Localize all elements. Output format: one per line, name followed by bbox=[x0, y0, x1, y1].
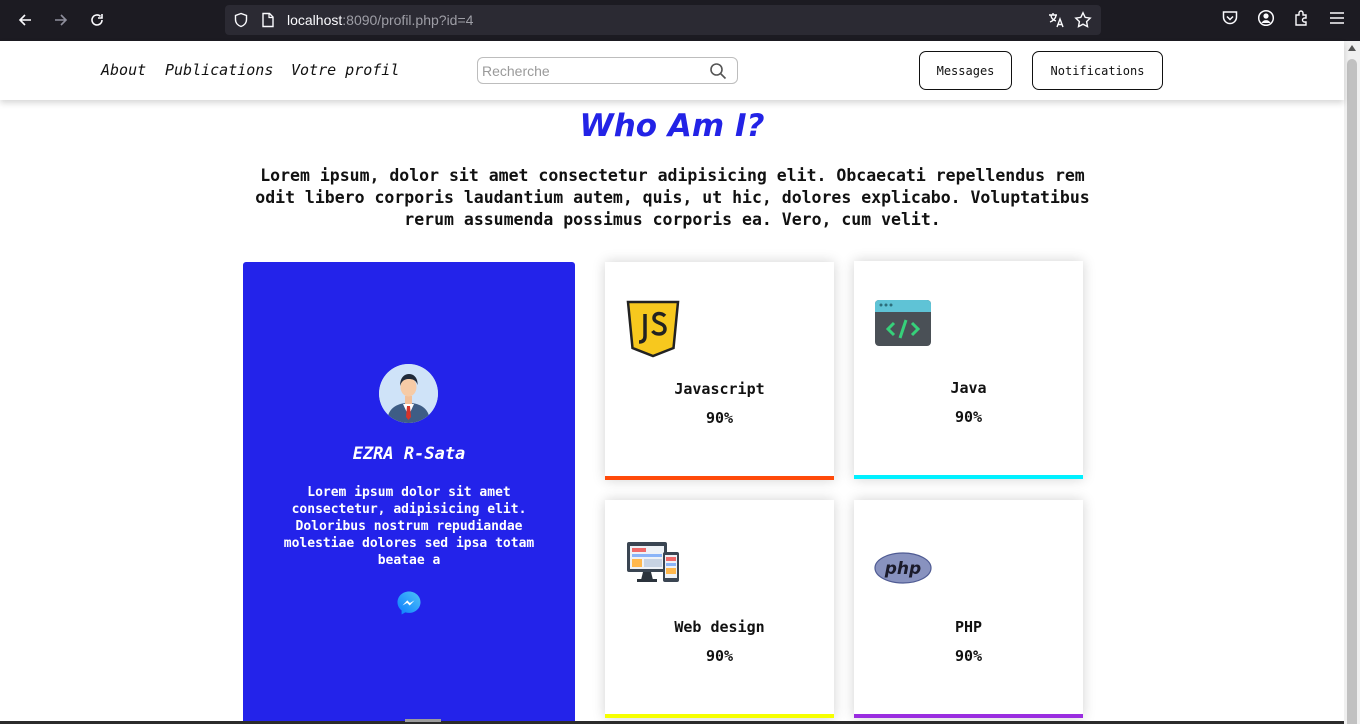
code-window-icon bbox=[875, 300, 931, 346]
skill-progress-bar bbox=[854, 475, 1083, 479]
web-design-icon bbox=[627, 542, 679, 582]
search-input[interactable] bbox=[482, 61, 707, 81]
search-icon[interactable] bbox=[709, 62, 727, 80]
messages-button[interactable]: Messages bbox=[919, 51, 1012, 90]
skill-percent: 90% bbox=[705, 409, 734, 427]
reload-button[interactable] bbox=[84, 8, 110, 32]
menu-icon[interactable] bbox=[1329, 9, 1345, 27]
skill-percent: 90% bbox=[954, 408, 983, 426]
pocket-icon[interactable] bbox=[1221, 9, 1239, 27]
site-header: About Publications Votre profil Messages… bbox=[0, 41, 1344, 100]
skill-card-javascript: Javascript 90% bbox=[605, 262, 834, 480]
skill-card-web-design: Web design 90% bbox=[605, 500, 834, 718]
forward-button[interactable] bbox=[48, 8, 74, 32]
avatar bbox=[379, 364, 438, 423]
address-bar[interactable]: localhost:8090/profil.php?id=4 bbox=[225, 5, 1101, 35]
skill-name: Javascript bbox=[674, 380, 765, 398]
vertical-scrollbar[interactable] bbox=[1344, 41, 1360, 724]
javascript-icon bbox=[626, 300, 680, 358]
user-avatar-icon bbox=[379, 364, 438, 423]
extensions-icon[interactable] bbox=[1293, 9, 1311, 27]
skill-card-php: php PHP 90% bbox=[854, 500, 1083, 718]
nav-link-publications[interactable]: Publications bbox=[165, 61, 273, 79]
scrollbar-thumb[interactable] bbox=[1347, 59, 1357, 724]
profile-card: EZRA R-Sata Lorem ipsum dolor sit amet c… bbox=[243, 262, 575, 724]
page-icon bbox=[262, 12, 274, 28]
skill-progress-bar bbox=[854, 714, 1083, 718]
account-icon[interactable] bbox=[1257, 9, 1275, 27]
back-button[interactable] bbox=[12, 8, 38, 32]
skill-name: Java bbox=[950, 379, 987, 397]
url-path: :8090/profil.php?id=4 bbox=[342, 12, 474, 28]
skill-name: Web design bbox=[674, 618, 765, 636]
notifications-button[interactable]: Notifications bbox=[1032, 51, 1163, 90]
back-arrow-icon bbox=[18, 14, 31, 26]
skill-progress-bar bbox=[605, 714, 834, 718]
intro-text: Lorem ipsum, dolor sit amet consectetur … bbox=[255, 166, 1090, 229]
php-icon: php bbox=[874, 552, 932, 584]
nav-link-profile[interactable]: Votre profil bbox=[291, 61, 399, 79]
skill-percent: 90% bbox=[705, 647, 734, 665]
profile-name: EZRA R-Sata bbox=[352, 444, 466, 464]
skill-percent: 90% bbox=[954, 647, 983, 665]
svg-text:php: php bbox=[884, 559, 921, 579]
messenger-icon[interactable] bbox=[396, 590, 422, 616]
reload-icon bbox=[91, 14, 103, 26]
url-host: localhost bbox=[287, 12, 343, 28]
shield-icon[interactable] bbox=[233, 12, 249, 28]
forward-arrow-icon bbox=[55, 14, 68, 26]
skill-card-java: Java 90% bbox=[854, 261, 1083, 479]
url-text[interactable]: localhost:8090/profil.php?id=4 bbox=[287, 12, 473, 28]
page-title: Who Am I? bbox=[579, 108, 765, 144]
browser-toolbar: localhost:8090/profil.php?id=4 bbox=[0, 0, 1360, 41]
skill-progress-bar bbox=[605, 476, 834, 480]
translate-icon[interactable] bbox=[1047, 11, 1065, 29]
scroll-up-arrow-icon[interactable] bbox=[1348, 45, 1356, 51]
nav-link-about[interactable]: About bbox=[101, 61, 146, 79]
search-box bbox=[477, 57, 738, 84]
profile-bio: Lorem ipsum dolor sit amet consectetur, … bbox=[283, 485, 535, 568]
horizontal-scrollbar-thumb[interactable] bbox=[405, 719, 441, 722]
bookmark-star-icon[interactable] bbox=[1074, 11, 1092, 29]
skill-name: PHP bbox=[954, 618, 983, 636]
